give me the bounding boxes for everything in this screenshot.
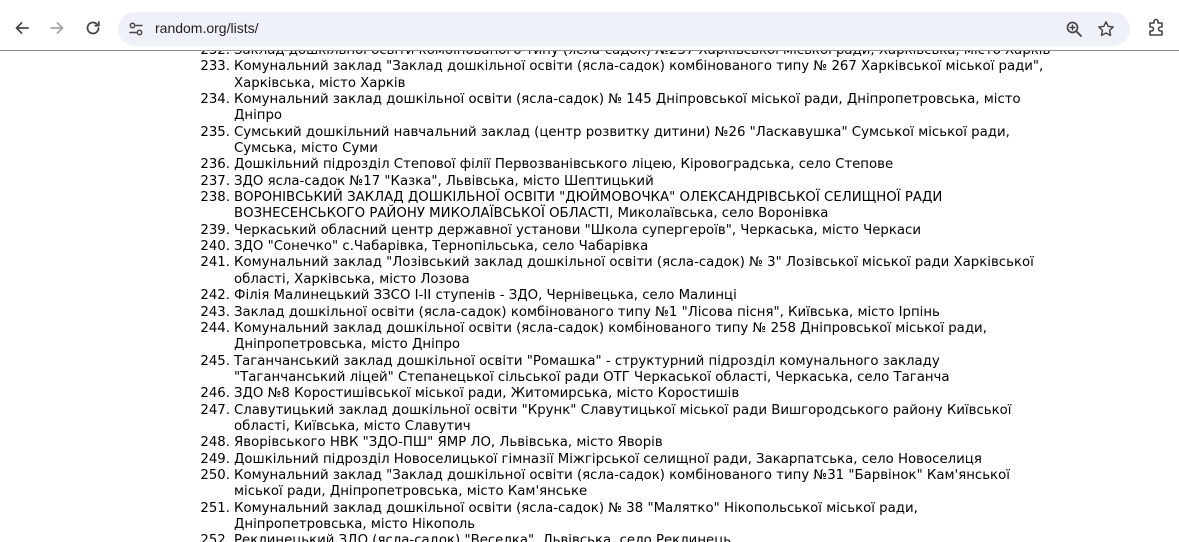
- list-item-number: 242.: [200, 288, 230, 304]
- site-info-button[interactable]: [126, 19, 146, 39]
- list-item: 237. ЗДО ясла-садок №17 "Казка", Львівськ…: [0, 174, 1179, 190]
- list-item-text: Черкаський обласний центр державної уста…: [234, 222, 921, 238]
- list-item: 243. Заклад дошкільної освіти (ясла-садок…: [0, 305, 1179, 321]
- list-item-text: Філія Малинецький ЗЗСО І-ІІ ступенів - З…: [234, 288, 737, 304]
- star-icon: [1098, 21, 1114, 37]
- list-item: 233. Комунальний заклад "Заклад дошкільно…: [0, 59, 1179, 92]
- results-list: 232.Заклад дошкільної освіти комбіновано…: [0, 43, 1179, 542]
- list-item-text: Комунальний заклад дошкільної освіти (яс…: [234, 92, 1021, 124]
- list-item-number: 237.: [200, 173, 230, 189]
- list-item-number: 250.: [200, 467, 230, 483]
- list-item: 245. Таганчанський заклад дошкільної осві…: [0, 354, 1179, 387]
- list-item-number: 241.: [200, 255, 230, 271]
- list-item: 246. ЗДО №8 Коростишівської міської ради,…: [0, 386, 1179, 402]
- list-item: 234. Комунальний заклад дошкільної освіти…: [0, 92, 1179, 125]
- list-item: 250. Комунальний заклад "Заклад дошкільно…: [0, 468, 1179, 501]
- list-item-number: 246.: [200, 386, 230, 402]
- list-item-number: 236.: [200, 157, 230, 173]
- list-item-text: Дошкільний підрозділ Новоселицької гімна…: [234, 451, 982, 467]
- list-item-text: Комунальний заклад дошкільної освіти (яс…: [234, 320, 987, 353]
- list-item-text: ВОРОНІВСЬКИЙ ЗАКЛАД ДОШКІЛЬНОЇ ОСВІТИ "Д…: [234, 190, 943, 222]
- list-item: 252. Реклинецький ЗДО (ясла-садок) "Весел…: [0, 533, 1179, 542]
- address-bar[interactable]: random.org/lists/: [118, 12, 1130, 46]
- arrow-right-icon: [50, 22, 64, 34]
- list-item-number: 240.: [200, 239, 230, 255]
- forward-button[interactable]: [43, 14, 71, 42]
- list-item-text: Яворівського НВК "ЗДО-ПШ" ЯМР ЛО, Львівс…: [234, 435, 663, 451]
- list-item: 235. Сумський дошкільний навчальний закла…: [0, 125, 1179, 158]
- list-item: 242. Філія Малинецький ЗЗСО І-ІІ ступенів…: [0, 288, 1179, 304]
- list-item: 241. Комунальний заклад "Лозівський закла…: [0, 255, 1179, 288]
- list-item-number: 244.: [200, 320, 230, 336]
- list-item-text: Заклад дошкільної освіти (ясла-садок) ко…: [234, 304, 940, 320]
- list-item-text: Комунальний заклад "Лозівський заклад до…: [234, 255, 1034, 287]
- list-item-text: Славутицький заклад дошкільної освіти "К…: [234, 402, 1012, 434]
- list-item-number: 249.: [200, 451, 230, 467]
- list-item-number: 243.: [200, 304, 230, 320]
- list-item: 249. Дошкільний підрозділ Новоселицької г…: [0, 452, 1179, 468]
- list-item-text: Сумський дошкільний навчальний заклад (ц…: [234, 124, 1010, 157]
- list-item: 239. Черкаський обласний центр державної …: [0, 223, 1179, 239]
- list-item-text: Реклинецький ЗДО (ясла-садок) "Веселка",…: [234, 533, 732, 542]
- list-item: 248. Яворівського НВК "ЗДО-ПШ" ЯМР ЛО, Ль…: [0, 435, 1179, 451]
- list-item-text: Комунальний заклад "Заклад дошкільної ос…: [234, 467, 1010, 500]
- list-item: 247. Славутицький заклад дошкільної освіт…: [0, 403, 1179, 436]
- url-text[interactable]: random.org/lists/: [155, 20, 258, 36]
- reload-icon: [86, 21, 100, 35]
- puzzle-icon: [1149, 18, 1163, 36]
- list-item-number: 233.: [200, 59, 230, 75]
- list-item: 240. ЗДО "Сонечко" с.Чабарівка, Тернопіль…: [0, 239, 1179, 255]
- list-item-text: Комунальний заклад "Заклад дошкільної ос…: [234, 59, 1044, 91]
- list-item: 244. Комунальний заклад дошкільної освіти…: [0, 321, 1179, 354]
- back-button[interactable]: [8, 14, 36, 42]
- arrow-left-icon: [15, 22, 29, 34]
- list-item-text: Комунальний заклад дошкільної освіти (яс…: [234, 500, 918, 532]
- tune-icon: [129, 22, 143, 36]
- list-item: 236. Дошкільний підрозділ Степової філії …: [0, 157, 1179, 173]
- page-content: 232.Заклад дошкільної освіти комбіновано…: [0, 43, 1179, 542]
- list-item-text: Таганчанський заклад дошкільної освіти "…: [234, 353, 950, 385]
- list-item-number: 251.: [200, 500, 230, 516]
- list-item-number: 238.: [200, 190, 230, 206]
- list-item-text: ЗДО ясла-садок №17 "Казка", Львівська, м…: [234, 173, 654, 189]
- reload-button[interactable]: [79, 14, 107, 42]
- list-item-text: ЗДО №8 Коростишівської міської ради, Жит…: [234, 386, 740, 402]
- browser-toolbar: random.org/lists/: [0, 0, 1179, 51]
- list-item-number: 247.: [200, 402, 230, 418]
- zoom-button[interactable]: [1064, 19, 1084, 39]
- zoom-icon: [1066, 21, 1082, 37]
- list-item-number: 234.: [200, 92, 230, 108]
- list-item-number: 239.: [200, 222, 230, 238]
- list-item: 251. Комунальний заклад дошкільної освіти…: [0, 501, 1179, 534]
- list-item-number: 248.: [200, 435, 230, 451]
- list-item-text: Дошкільний підрозділ Степової філії Перв…: [234, 157, 894, 173]
- bookmark-button[interactable]: [1096, 19, 1116, 39]
- extensions-button[interactable]: [1146, 16, 1168, 38]
- list-item-number: 245.: [200, 353, 230, 369]
- list-item: 238. ВОРОНІВСЬКИЙ ЗАКЛАД ДОШКІЛЬНОЇ ОСВІТ…: [0, 190, 1179, 223]
- list-item-text: ЗДО "Сонечко" с.Чабарівка, Тернопільська…: [234, 239, 649, 255]
- list-item-number: 252.: [200, 533, 230, 542]
- list-item-number: 235.: [200, 124, 230, 140]
